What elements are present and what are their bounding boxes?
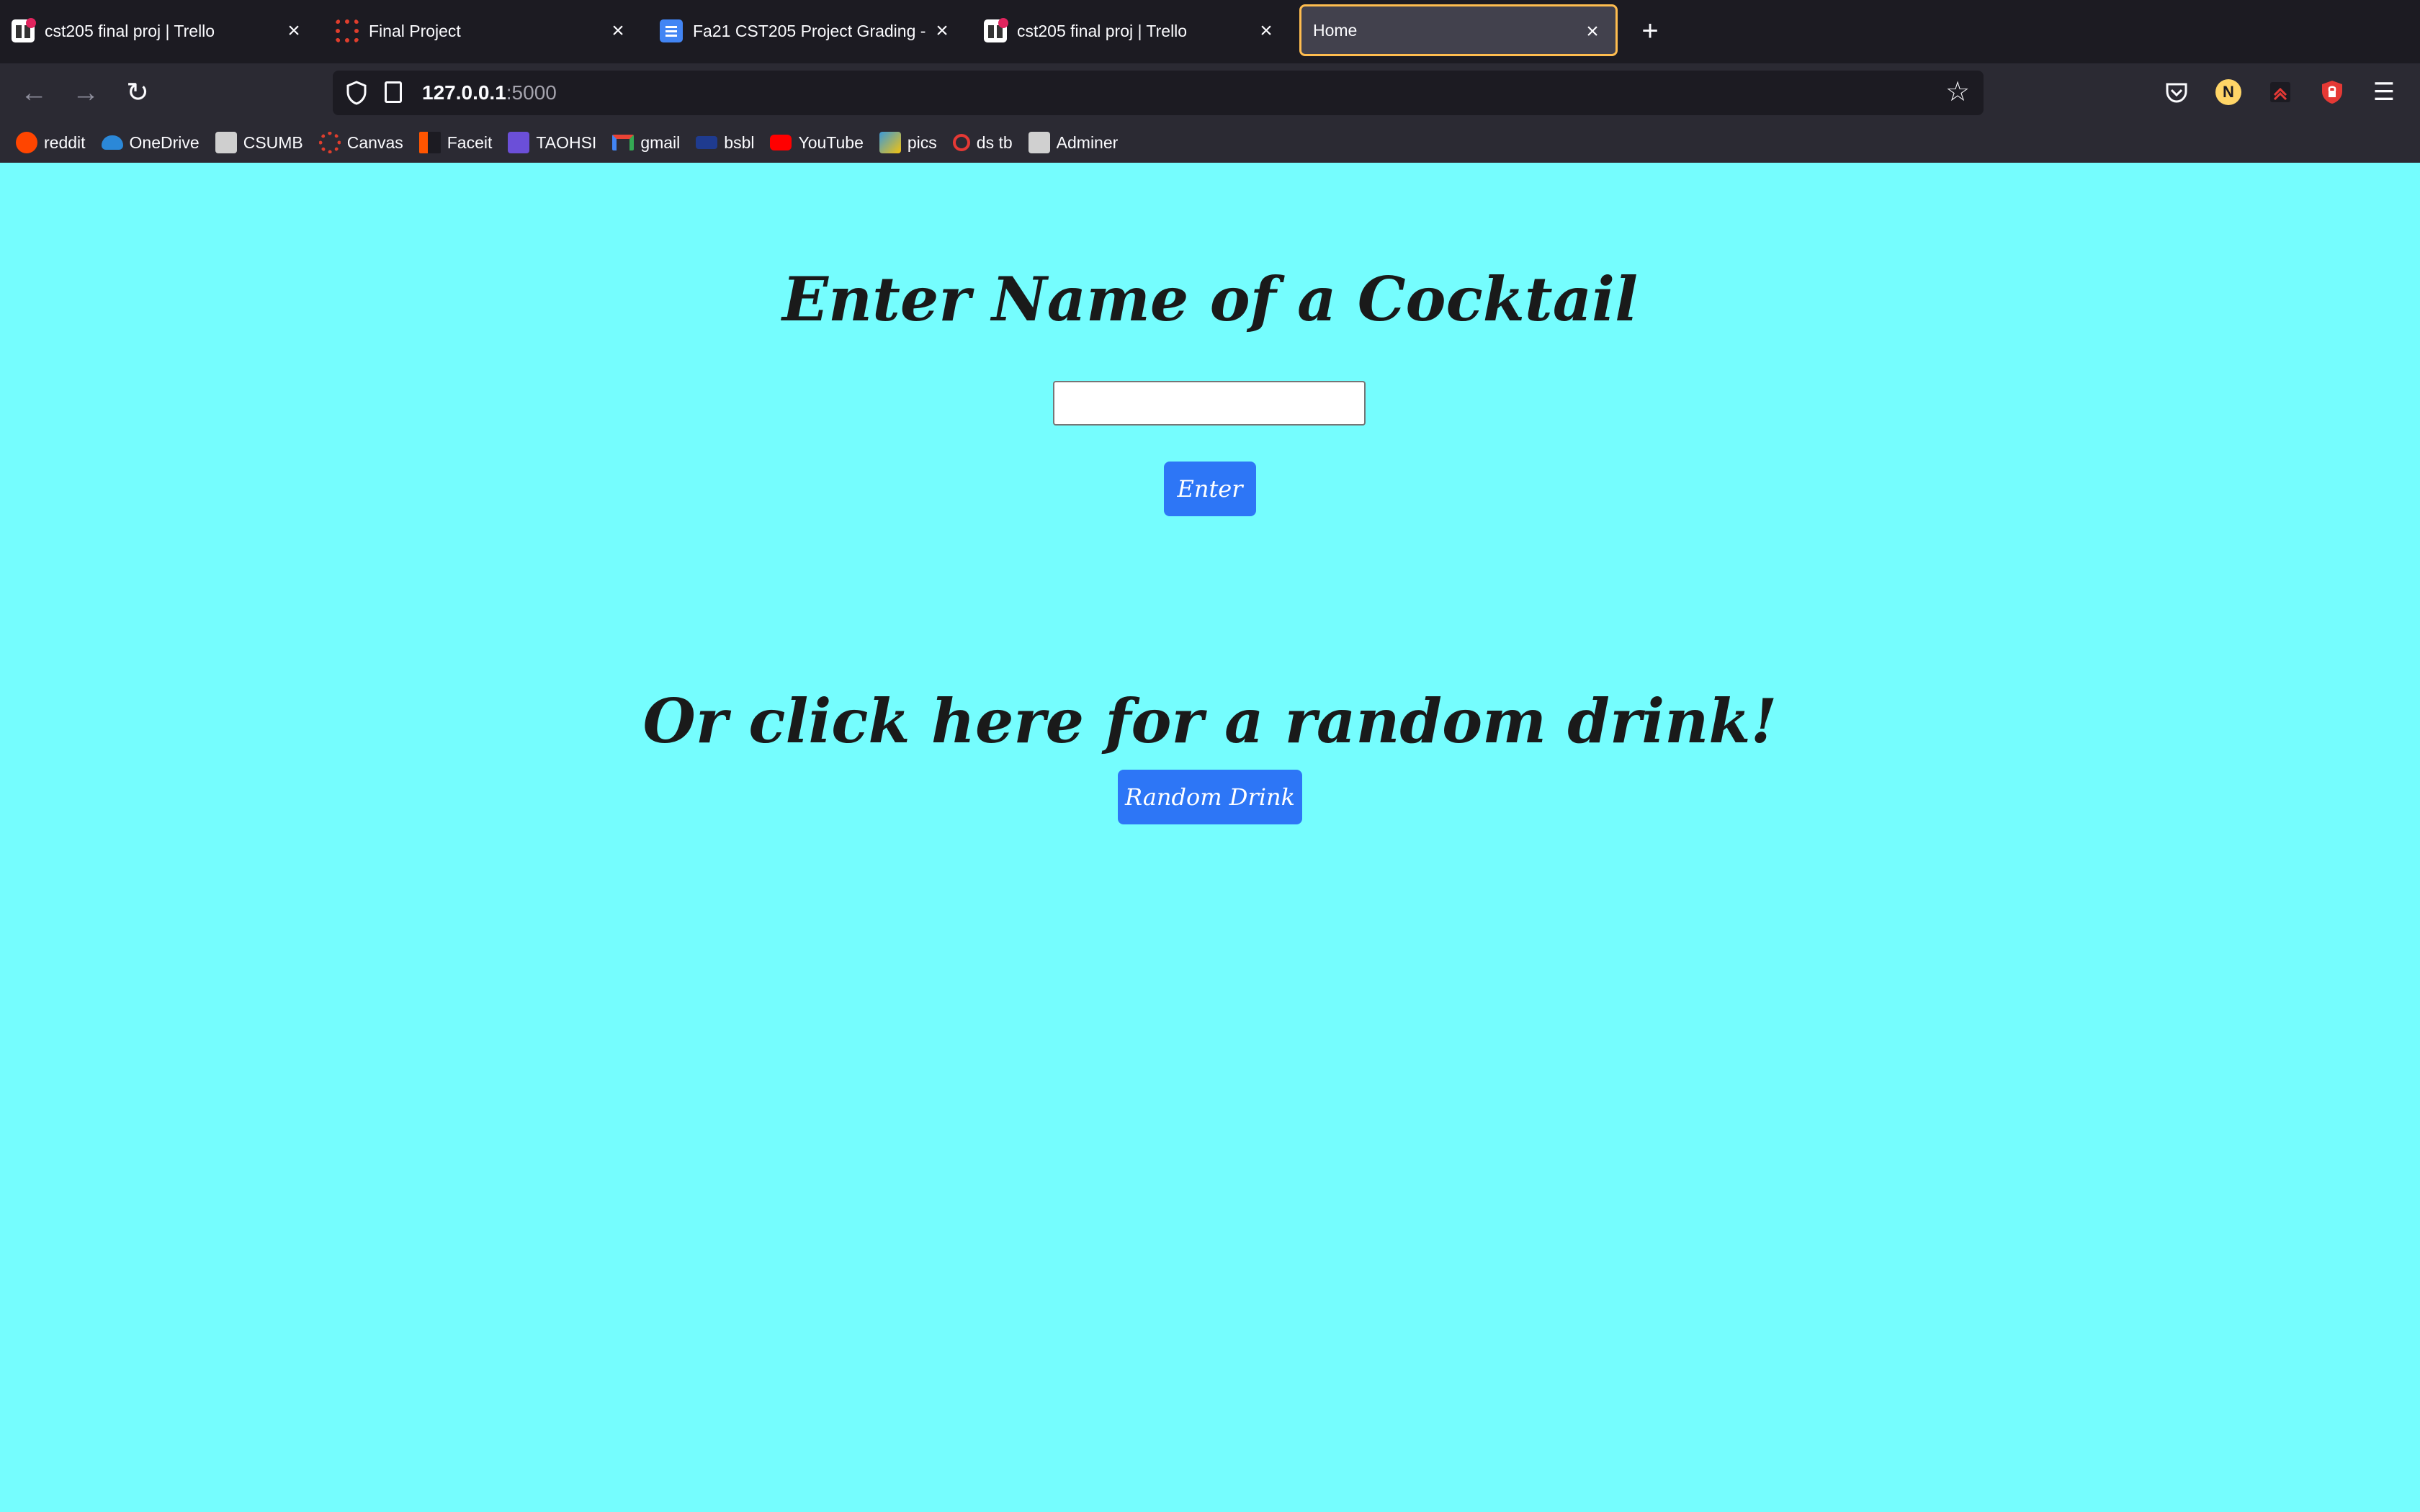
close-icon[interactable]: ×	[1579, 19, 1605, 45]
bookmark-faceit[interactable]: Faceit	[418, 132, 493, 153]
adminer-icon	[1028, 132, 1050, 153]
docs-icon	[660, 19, 683, 42]
bookmark-label: bsbl	[724, 132, 755, 152]
bookmarks-bar: reddit OneDrive CSUMB Canvas Faceit TAOH…	[0, 122, 2420, 163]
bookmark-label: OneDrive	[129, 132, 200, 152]
pocket-icon[interactable]	[2164, 79, 2190, 105]
faceit-icon	[418, 132, 441, 153]
tab-final-project[interactable]: Final Project ×	[324, 6, 641, 56]
tab-title: cst205 final proj | Trello	[45, 21, 215, 40]
bookmark-label: Canvas	[346, 132, 403, 152]
bookmark-star-icon[interactable]: ☆	[1943, 78, 1972, 107]
bookmark-bsbl[interactable]: bsbl	[696, 133, 754, 153]
close-icon[interactable]: ×	[929, 18, 955, 44]
enter-button[interactable]: Enter	[1164, 462, 1256, 516]
cocktail-name-input[interactable]	[1053, 381, 1366, 426]
page-icon	[385, 81, 402, 103]
page-title: Enter Name of a Cocktail	[782, 264, 1638, 335]
random-drink-heading: Or click here for a random drink!	[642, 685, 1778, 757]
tab-title: cst205 final proj | Trello	[1017, 21, 1188, 40]
bookmark-label: CSUMB	[243, 132, 303, 152]
list-icon	[508, 132, 530, 153]
bookmark-canvas[interactable]: Canvas	[318, 132, 403, 153]
bookmark-taohsi[interactable]: TAOHSI	[508, 132, 596, 153]
close-icon[interactable]: ×	[1253, 18, 1279, 44]
reddit-icon	[16, 132, 37, 153]
onedrive-icon	[101, 135, 123, 150]
csumb-icon	[215, 132, 237, 153]
bookmark-pics[interactable]: pics	[879, 132, 937, 153]
bookmark-adminer[interactable]: Adminer	[1028, 132, 1119, 153]
bookmark-label: pics	[907, 132, 937, 152]
url-port: :5000	[506, 81, 557, 104]
youtube-icon	[770, 135, 792, 150]
tab-home[interactable]: Home ×	[1299, 4, 1618, 56]
canvas-icon	[318, 132, 341, 153]
close-icon[interactable]: ×	[281, 18, 307, 44]
canvas-icon	[336, 19, 359, 42]
ds-icon	[952, 134, 970, 151]
bookmark-label: gmail	[640, 132, 681, 152]
tab-trello-1[interactable]: cst205 final proj | Trello ×	[0, 6, 317, 56]
profile-avatar[interactable]: N	[2215, 79, 2241, 105]
mlb-icon	[696, 136, 718, 149]
url-host: 127.0.0.1	[422, 81, 506, 104]
menu-icon[interactable]: ☰	[2371, 79, 2397, 105]
ublock-shield-icon[interactable]	[2319, 79, 2345, 105]
bookmark-label: Adminer	[1056, 132, 1119, 152]
tab-title: Final Project	[369, 21, 461, 40]
url-text[interactable]: 127.0.0.1:5000	[422, 81, 557, 105]
forward-button[interactable]: →	[68, 75, 104, 111]
toolbar-icons: N ☰	[2161, 63, 2420, 122]
back-button[interactable]: ←	[16, 75, 52, 111]
tab-project-grading[interactable]: Fa21 CST205 Project Grading - ×	[648, 6, 965, 56]
trello-icon	[984, 18, 1008, 42]
bookmark-gmail[interactable]: gmail	[612, 133, 680, 153]
extension-icon[interactable]	[2267, 79, 2293, 105]
tab-strip: cst205 final proj | Trello × Final Proje…	[0, 0, 2420, 63]
bookmark-label: ds tb	[976, 132, 1013, 152]
reload-button[interactable]: ↻	[120, 75, 156, 111]
browser-chrome: cst205 final proj | Trello × Final Proje…	[0, 0, 2420, 163]
url-bar[interactable]: 127.0.0.1:5000 ☆	[333, 71, 1984, 115]
trello-icon	[12, 18, 36, 42]
random-drink-button[interactable]: Random Drink	[1118, 770, 1302, 824]
pics-icon	[879, 132, 901, 153]
bookmark-label: TAOHSI	[536, 132, 597, 152]
gmail-icon	[612, 135, 635, 150]
bookmark-csumb[interactable]: CSUMB	[215, 132, 303, 153]
bookmark-reddit[interactable]: reddit	[16, 132, 86, 153]
navigation-bar: ← → ↻ 127.0.0.1:5000 ☆ N ☰	[0, 63, 2420, 122]
bookmark-ds-tb[interactable]: ds tb	[952, 132, 1013, 153]
tab-title: Fa21 CST205 Project Grading -	[693, 21, 926, 40]
tab-trello-2[interactable]: cst205 final proj | Trello ×	[972, 6, 1289, 56]
bookmark-label: YouTube	[798, 132, 864, 152]
bookmark-label: Faceit	[447, 132, 493, 152]
page-content: Enter Name of a Cocktail Enter Or click …	[0, 163, 2420, 1512]
close-icon[interactable]: ×	[605, 18, 631, 44]
bookmark-youtube[interactable]: YouTube	[770, 132, 864, 153]
tab-title: Home	[1313, 20, 1358, 40]
shield-icon[interactable]	[346, 81, 367, 105]
bookmark-onedrive[interactable]: OneDrive	[101, 132, 200, 153]
bookmark-label: reddit	[44, 132, 86, 152]
new-tab-button[interactable]: +	[1634, 14, 1667, 48]
